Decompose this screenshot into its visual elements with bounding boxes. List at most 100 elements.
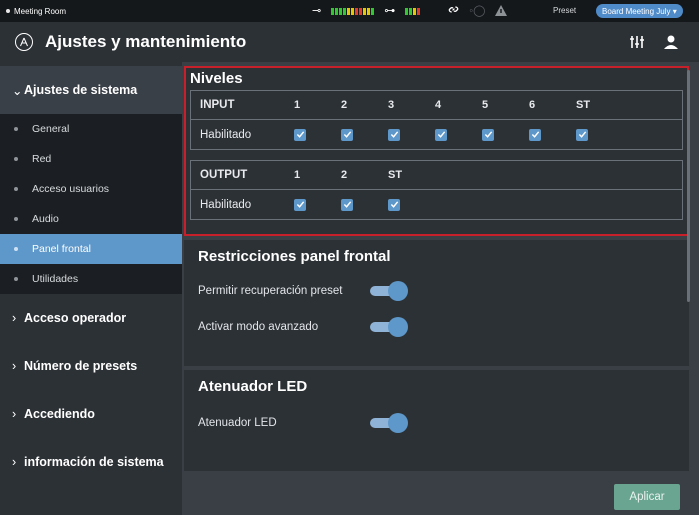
check-icon — [437, 131, 445, 138]
check-icon — [296, 131, 304, 138]
output-st-checkbox[interactable] — [388, 198, 400, 211]
option-row: Permitir recuperación preset — [198, 273, 675, 309]
input-col-label: 1 — [294, 99, 301, 111]
output-enabled-row: Habilitado — [191, 190, 682, 219]
option-label: Permitir recuperación preset — [198, 285, 343, 297]
scrollbar[interactable] — [687, 70, 690, 302]
sidebar-item-utilidades[interactable]: Utilidades — [0, 264, 182, 294]
input-col-label: 3 — [388, 99, 395, 111]
input-3-checkbox[interactable] — [388, 128, 400, 141]
app-window: Meeting Room ⊸ ⊶ ◦◯ Preset Board Meeting… — [0, 0, 699, 515]
input-col-label: 5 — [482, 99, 489, 111]
mixer-settings-icon[interactable] — [629, 34, 645, 55]
led-panel: Atenuador LED Atenuador LED — [184, 370, 689, 471]
preset-selector[interactable]: Board Meeting July ▾ — [596, 4, 683, 18]
chevron-down-icon: ⌄ — [12, 83, 23, 98]
sidebar-item-acceso-usuarios[interactable]: Acceso usuarios — [0, 174, 182, 204]
room-dot-icon — [6, 9, 10, 13]
input-col-label: 4 — [435, 99, 442, 111]
option-row: Atenuador LED — [198, 405, 675, 441]
page-title: Ajustes y mantenimiento — [45, 32, 247, 51]
signal-icon: ◦◯ — [469, 4, 486, 17]
chevron-right-icon: › — [12, 359, 17, 373]
input-6-checkbox[interactable] — [529, 128, 541, 141]
restricciones-panel: Restricciones panel frontal Permitir rec… — [184, 240, 689, 366]
sidebar-section-ajustes-de-sistema[interactable]: ⌄ Ajustes de sistema — [0, 66, 182, 114]
output-1-checkbox[interactable] — [294, 198, 306, 211]
output-grid: OUTPUT 1 2 ST Habilitado — [190, 160, 683, 220]
room-indicator: Meeting Room — [0, 7, 300, 16]
check-icon — [390, 131, 398, 138]
sidebar-section-numero-de-presets[interactable]: › Número de presets — [0, 342, 182, 390]
status-bar: Meeting Room ⊸ ⊶ ◦◯ Preset Board Meeting… — [0, 0, 699, 22]
sidebar-section-accediendo[interactable]: › Accediendo — [0, 390, 182, 438]
option-row: Activar modo avanzado — [198, 309, 675, 345]
check-icon — [578, 131, 586, 138]
sidebar-section-acceso-operador[interactable]: › Acceso operador — [0, 294, 182, 342]
output-row-label: Habilitado — [200, 198, 252, 211]
input-row-label: Habilitado — [200, 128, 252, 141]
check-icon — [296, 201, 304, 208]
input-col-label: 6 — [529, 99, 536, 111]
sidebar-section-label: Ajustes de sistema — [24, 83, 138, 97]
led-dimmer-toggle[interactable] — [370, 413, 410, 433]
warning-icon — [495, 4, 508, 18]
sidebar-submenu: General Red Acceso usuarios Audio Panel … — [0, 114, 182, 294]
output-col-label: 2 — [341, 169, 348, 181]
check-icon — [343, 201, 351, 208]
input-5-checkbox[interactable] — [482, 128, 494, 141]
preset-recall-toggle[interactable] — [370, 281, 410, 301]
preset-label: Preset — [553, 6, 577, 15]
output-2-checkbox[interactable] — [341, 198, 353, 211]
output-header-row: OUTPUT 1 2 ST — [191, 161, 682, 190]
output-source-icon: ⊶ — [384, 4, 396, 17]
input-4-checkbox[interactable] — [435, 128, 447, 141]
user-icon[interactable] — [663, 34, 679, 55]
sidebar-section-label: Número de presets — [24, 359, 138, 373]
check-icon — [390, 201, 398, 208]
sidebar-item-red[interactable]: Red — [0, 144, 182, 174]
advanced-mode-toggle[interactable] — [370, 317, 410, 337]
room-name: Meeting Room — [14, 6, 67, 16]
led-title: Atenuador LED — [198, 378, 308, 395]
meter-strip: ⊸ ⊶ ◦◯ — [312, 4, 508, 18]
sidebar: ⌄ Ajustes de sistema General Red Acceso … — [0, 62, 182, 515]
output-meter-icon — [405, 7, 421, 15]
brand-logo-icon — [15, 33, 33, 51]
sidebar-section-label: Acceso operador — [24, 311, 127, 325]
sidebar-item-general[interactable]: General — [0, 114, 182, 144]
input-header-row: INPUT 1 2 3 4 5 6 ST — [191, 91, 682, 120]
header-actions — [629, 34, 679, 55]
sidebar-item-audio[interactable]: Audio — [0, 204, 182, 234]
sidebar-section-informacion-de-sistema[interactable]: › información de sistema — [0, 438, 182, 486]
input-source-icon: ⊸ — [312, 4, 322, 17]
input-1-checkbox[interactable] — [294, 128, 306, 141]
output-col-label: 1 — [294, 169, 301, 181]
output-col-label: ST — [388, 169, 403, 181]
input-header: INPUT — [200, 99, 235, 111]
input-2-checkbox[interactable] — [341, 128, 353, 141]
apply-button[interactable]: Aplicar — [614, 484, 680, 510]
check-icon — [343, 131, 351, 138]
chevron-right-icon: › — [12, 407, 17, 421]
link-icon — [448, 4, 459, 18]
check-icon — [484, 131, 492, 138]
sidebar-section-label: información de sistema — [24, 455, 164, 469]
chevron-right-icon: › — [12, 311, 17, 325]
main-content: Niveles INPUT 1 2 3 4 5 6 ST Habilitado — [182, 62, 699, 515]
input-st-checkbox[interactable] — [576, 128, 588, 141]
input-meter-icon — [331, 7, 375, 15]
output-header: OUTPUT — [200, 169, 248, 181]
option-label: Activar modo avanzado — [198, 321, 319, 333]
restricciones-title: Restricciones panel frontal — [198, 248, 391, 265]
option-label: Atenuador LED — [198, 417, 277, 429]
input-col-label: 2 — [341, 99, 348, 111]
niveles-title: Niveles — [190, 70, 243, 87]
sidebar-section-label: Accediendo — [24, 407, 95, 421]
input-enabled-row: Habilitado — [191, 120, 682, 149]
check-icon — [531, 131, 539, 138]
niveles-panel: Niveles INPUT 1 2 3 4 5 6 ST Habilitado — [184, 66, 689, 236]
input-col-label: ST — [576, 99, 591, 111]
sidebar-item-panel-frontal[interactable]: Panel frontal — [0, 234, 182, 264]
chevron-right-icon: › — [12, 455, 17, 469]
